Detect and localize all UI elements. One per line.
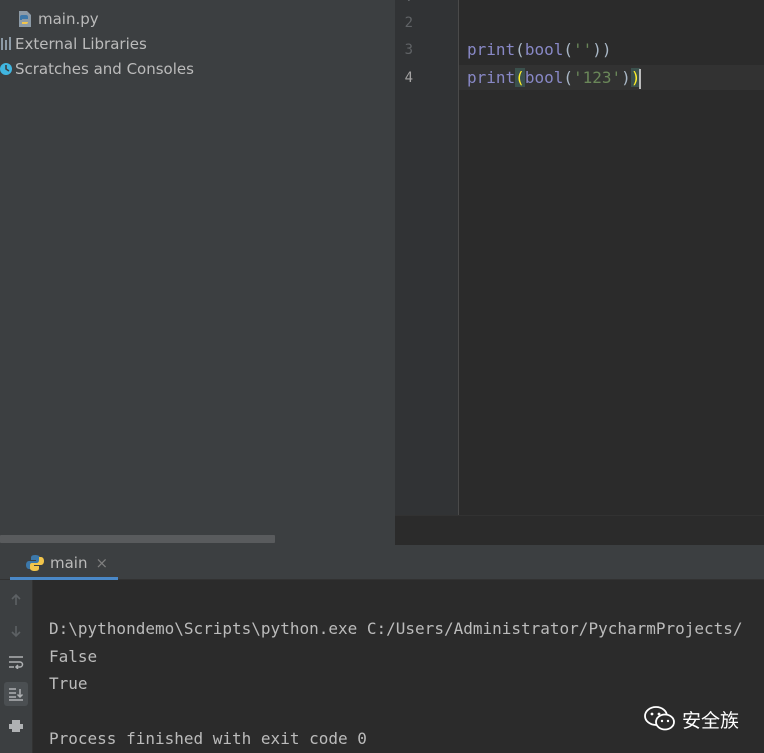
console-line-output: True	[49, 674, 88, 693]
console-line-output: False	[49, 647, 98, 666]
code-token-string: ''	[572, 40, 593, 59]
run-tab-main[interactable]: main ×	[10, 545, 118, 580]
scratches-icon	[0, 61, 15, 77]
console-line-command: D:\pythondemo\Scripts\python.exe C:/User…	[49, 619, 743, 638]
line-number-clipped: ·	[404, 0, 413, 9]
down-arrow-icon[interactable]	[4, 619, 28, 643]
editor-bottom-strip	[395, 515, 764, 545]
tree-item-label: External Libraries	[15, 35, 147, 53]
print-icon[interactable]	[4, 714, 28, 738]
console-line-exit: Process finished with exit code 0	[49, 729, 367, 748]
line-number-active: 4	[404, 70, 413, 86]
text-caret	[639, 68, 642, 89]
soft-wrap-icon[interactable]	[4, 650, 28, 674]
tree-item-main-py[interactable]: main.py	[16, 8, 99, 30]
line-number-gutter: · 2 3 4	[395, 0, 459, 515]
wechat-icon	[644, 706, 676, 732]
code-token-paren: )	[621, 68, 631, 87]
code-token-paren: (	[515, 40, 525, 59]
code-line-4[interactable]: print(bool('123'))	[467, 67, 642, 89]
close-icon[interactable]: ×	[95, 554, 108, 572]
up-arrow-icon[interactable]	[4, 588, 28, 612]
run-tab-label: main	[50, 553, 88, 572]
code-token-paren: (	[563, 40, 573, 59]
code-editor[interactable]: · 2 3 4 print(bool('')) print(bool('123'…	[395, 0, 764, 545]
code-token-paren: )	[592, 40, 602, 59]
tree-item-label: main.py	[38, 10, 99, 28]
bracket-match-open: (	[515, 68, 525, 87]
line-number: 2	[404, 15, 413, 31]
horizontal-scrollbar[interactable]	[0, 532, 395, 545]
libraries-icon	[0, 36, 15, 52]
code-token-paren: (	[563, 68, 573, 87]
python-file-icon	[16, 10, 38, 28]
watermark: 安全族	[644, 704, 739, 734]
scroll-to-end-icon[interactable]	[4, 682, 28, 706]
run-tab-bar: main ×	[0, 545, 764, 580]
python-icon	[26, 554, 44, 572]
code-token-builtin: print	[467, 68, 516, 87]
code-token-builtin: print	[467, 40, 516, 59]
code-token-paren: )	[601, 40, 612, 59]
scrollbar-thumb[interactable]	[0, 535, 275, 543]
code-line-3[interactable]: print(bool(''))	[467, 39, 612, 61]
run-toolbar	[0, 580, 33, 753]
project-root-row-clipped[interactable]	[0, 0, 340, 2]
tree-item-scratches[interactable]: Scratches and Consoles	[0, 58, 194, 80]
tree-item-external-libraries[interactable]: External Libraries	[0, 33, 147, 55]
code-token-builtin: bool	[524, 40, 564, 59]
watermark-text: 安全族	[682, 709, 740, 732]
line-number: 3	[404, 42, 413, 58]
code-token-string: '123'	[572, 68, 622, 87]
tree-item-label: Scratches and Consoles	[15, 60, 194, 78]
project-panel: main.py External Libraries Scratches and…	[0, 0, 395, 545]
code-token-builtin: bool	[524, 68, 564, 87]
